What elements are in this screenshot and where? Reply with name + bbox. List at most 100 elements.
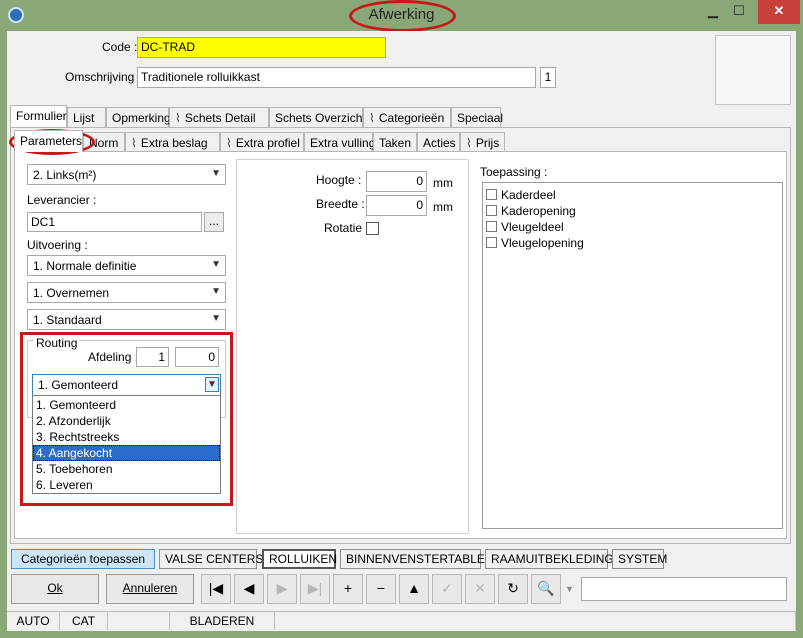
- tab-label: Parameters: [20, 134, 83, 148]
- tab-categorie-n[interactable]: ⌇ Categorieën: [363, 107, 451, 127]
- subtab-parameters[interactable]: Parameters: [14, 130, 83, 152]
- category-button-raamuitbekleding[interactable]: RAAMUITBEKLEDING: [485, 549, 614, 569]
- overnemen-combo[interactable]: 1. Overnemen ▼: [27, 282, 226, 303]
- hoogte-field[interactable]: 0: [366, 171, 427, 192]
- first-record-button[interactable]: |◀: [201, 574, 231, 604]
- code-label: Code :: [102, 40, 138, 54]
- add-record-icon: +: [343, 580, 353, 596]
- subtab-extra-profiel[interactable]: ⌇ Extra profiel: [220, 132, 304, 152]
- tab-speciaal[interactable]: Speciaal: [451, 107, 504, 127]
- toepassing-item[interactable]: Kaderdeel: [486, 187, 782, 203]
- chevron-down-icon[interactable]: ▼: [565, 579, 577, 599]
- tab-label: Schets Overzicht: [275, 111, 366, 125]
- tab-schets-detail[interactable]: ⌇ Schets Detail: [169, 107, 269, 127]
- checkbox[interactable]: [486, 221, 497, 232]
- toepassing-item[interactable]: Vleugelopening: [486, 235, 782, 251]
- move-up-button[interactable]: ▲: [399, 574, 429, 604]
- tab-schets-overzicht[interactable]: Schets Overzicht: [269, 107, 366, 127]
- add-record-button[interactable]: +: [333, 574, 363, 604]
- omschrijving-label: Omschrijving :: [65, 70, 142, 84]
- category-button-binnenvenstertablet[interactable]: BINNENVENSTERTABLET: [340, 549, 492, 569]
- refresh-icon: ↻: [507, 580, 519, 596]
- toepassing-item[interactable]: Kaderopening: [486, 203, 782, 219]
- paperclip-icon: ⌇: [175, 111, 181, 125]
- toepassing-item[interactable]: Vleugeldeel: [486, 219, 782, 235]
- checkbox[interactable]: [486, 189, 497, 200]
- tab-label: Taken: [379, 136, 412, 150]
- subtab-extra-vulling[interactable]: Extra vulling: [304, 132, 376, 152]
- dimensions-panel: [236, 159, 469, 534]
- annuleren-button[interactable]: Annuleren: [106, 574, 194, 604]
- cancel-icon: ✕: [474, 580, 486, 596]
- status-cell: [275, 612, 796, 630]
- subtab-prijs[interactable]: ⌇ Prijs: [460, 132, 505, 152]
- title-bar[interactable]: Afwerking ▁ ☐ ✕: [0, 0, 803, 32]
- paperclip-icon: ⌇: [131, 136, 137, 150]
- refresh-button[interactable]: ↻: [498, 574, 528, 604]
- status-cell: [108, 612, 170, 630]
- status-cell: CAT: [60, 612, 108, 630]
- leverancier-field[interactable]: DC1: [27, 212, 202, 232]
- minimize-button[interactable]: ▁: [700, 0, 726, 24]
- next-record-icon: ▶: [276, 580, 288, 596]
- leverancier-browse-button[interactable]: ...: [204, 212, 224, 232]
- omschrijving-field[interactable]: Traditionele rolluikkast: [137, 67, 536, 88]
- category-button-valse-centers[interactable]: VALSE CENTERS: [159, 549, 263, 569]
- subtab-acties[interactable]: Acties: [417, 132, 460, 152]
- binoculars-button[interactable]: 🔍: [531, 574, 561, 604]
- tab-formulier[interactable]: Formulier: [10, 105, 67, 127]
- rotatie-checkbox[interactable]: [366, 222, 379, 235]
- rotatie-label: Rotatie: [324, 221, 363, 235]
- close-icon: ✕: [773, 3, 785, 18]
- subtab-extra-beslag[interactable]: ⌇ Extra beslag: [125, 132, 220, 152]
- toepassing-item-label: Vleugelopening: [501, 236, 584, 250]
- breedte-unit: mm: [433, 200, 453, 214]
- next-record-button[interactable]: ▶: [267, 574, 297, 604]
- highlight-annotation: [349, 0, 456, 32]
- category-button-rolluiken[interactable]: ROLLUIKEN: [262, 549, 337, 569]
- tab-label: Extra vulling: [310, 136, 376, 150]
- chevron-down-icon: ▼: [211, 168, 221, 179]
- last-record-button[interactable]: ▶|: [300, 574, 330, 604]
- leverancier-label: Leverancier :: [27, 193, 97, 207]
- previous-record-icon: ◀: [243, 580, 255, 596]
- toepassing-label: Toepassing :: [480, 165, 548, 179]
- tab-lijst[interactable]: Lijst: [67, 107, 106, 127]
- move-up-icon: ▲: [407, 580, 421, 596]
- unit-combo-value: 2. Links(m²): [33, 168, 97, 182]
- maximize-icon: ☐: [733, 3, 745, 18]
- search-input[interactable]: [581, 577, 787, 601]
- code-field[interactable]: DC-TRAD: [137, 37, 386, 58]
- confirm-button[interactable]: ✓: [432, 574, 462, 604]
- tab-label: Schets Detail: [184, 111, 256, 125]
- subtab-taken[interactable]: Taken: [373, 132, 417, 152]
- cancel-button[interactable]: ✕: [465, 574, 495, 604]
- overnemen-combo-value: 1. Overnemen: [33, 286, 110, 300]
- close-button[interactable]: ✕: [758, 0, 800, 24]
- toepassing-item-label: Kaderdeel: [501, 188, 556, 202]
- breedte-field[interactable]: 0: [366, 195, 427, 216]
- paperclip-icon: ⌇: [466, 136, 472, 150]
- checkbox[interactable]: [486, 237, 497, 248]
- image-preview: [715, 35, 791, 105]
- standaard-combo[interactable]: 1. Standaard ▼: [27, 309, 226, 330]
- unit-combo[interactable]: 2. Links(m²) ▼: [27, 164, 226, 185]
- toepassing-list: Kaderdeel Kaderopening Vleugeldeel Vleugelo…: [482, 182, 783, 529]
- binoculars-icon: 🔍: [537, 580, 555, 596]
- maximize-button[interactable]: ☐: [726, 0, 752, 24]
- hoogte-unit: mm: [433, 176, 453, 190]
- previous-record-button[interactable]: ◀: [234, 574, 264, 604]
- annuleren-button-label: Annuleren: [122, 581, 178, 595]
- first-record-icon: |◀: [208, 580, 224, 596]
- category-button-system[interactable]: SYSTEM: [612, 549, 667, 569]
- uitvoering-combo[interactable]: 1. Normale definitie ▼: [27, 255, 226, 276]
- tab-opmerking[interactable]: Opmerking: [106, 107, 171, 127]
- checkbox[interactable]: [486, 205, 497, 216]
- delete-record-button[interactable]: −: [366, 574, 396, 604]
- omschrijving-counter: 1: [540, 67, 556, 88]
- categorieen-toepassen-button[interactable]: Categorieën toepassen: [11, 549, 155, 569]
- confirm-icon: ✓: [441, 580, 453, 596]
- ok-button[interactable]: Ok: [11, 574, 99, 604]
- breedte-label: Breedte :: [316, 197, 365, 211]
- tab-label: Speciaal: [457, 111, 504, 125]
